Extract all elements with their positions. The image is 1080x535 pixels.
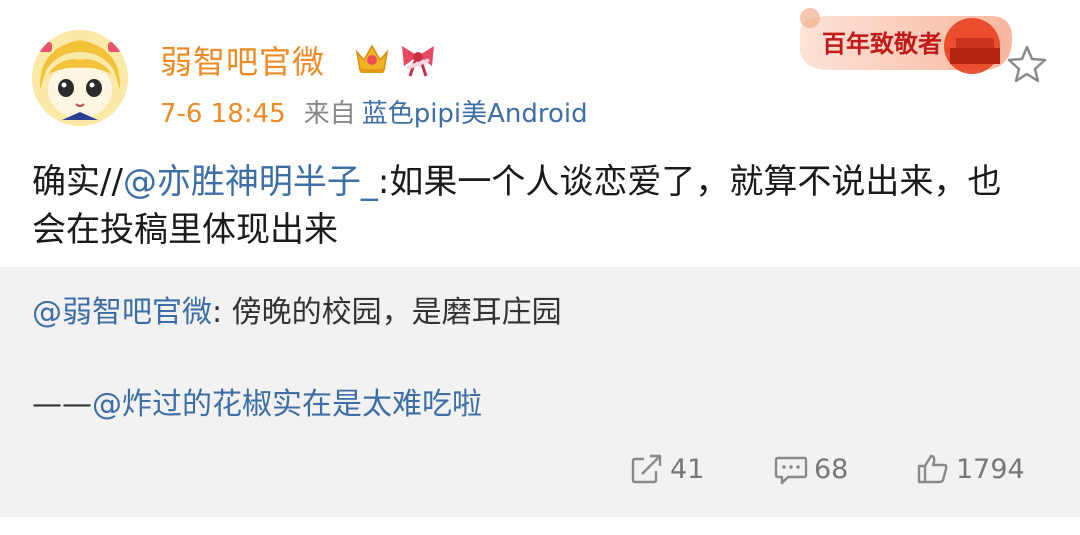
post-header: 弱智吧官微 7-6 18:45 来自 蓝色pipi美Android 百年致敬者 xyxy=(0,0,1080,140)
share-count: 41 xyxy=(670,453,705,485)
comment-button[interactable]: 68 xyxy=(774,449,848,489)
post-mention[interactable]: @亦胜神明半子_ xyxy=(123,162,378,202)
avatar[interactable] xyxy=(32,30,128,126)
repost-line-2: ——@炸过的花椒实在是太难吃啦 xyxy=(32,379,482,423)
like-icon xyxy=(917,454,948,484)
comment-icon xyxy=(774,456,808,485)
post-text-prefix: 确实// xyxy=(32,162,123,202)
username[interactable]: 弱智吧官微 xyxy=(160,37,325,83)
avatar-cartoon xyxy=(32,30,128,126)
action-bar: 41 68 1794 xyxy=(0,449,1080,489)
repost-text-1: : 傍晚的校园，是磨耳庄园 xyxy=(212,295,562,330)
star-icon[interactable] xyxy=(1006,44,1048,84)
bow-icon[interactable] xyxy=(398,40,438,78)
promo-badge[interactable]: 百年致敬者 xyxy=(790,2,1020,82)
bottom-divider xyxy=(0,517,1080,535)
post-source[interactable]: 蓝色pipi美Android xyxy=(362,99,588,129)
repost-mention-2[interactable]: @炸过的花椒实在是太难吃啦 xyxy=(92,387,482,422)
like-count: 1794 xyxy=(956,453,1025,485)
repost-mention-1[interactable]: @弱智吧官微 xyxy=(32,295,212,330)
like-button[interactable]: 1794 xyxy=(916,449,1025,489)
post-meta: 7-6 18:45 来自 蓝色pipi美Android xyxy=(160,93,588,130)
from-label: 来自 xyxy=(303,99,356,129)
comment-count: 68 xyxy=(814,453,849,485)
crown-icon[interactable] xyxy=(354,42,390,76)
share-button[interactable]: 41 xyxy=(630,449,704,489)
promo-label: 百年致敬者 xyxy=(822,29,942,58)
post-text: 确实//@亦胜神明半子_:如果一个人谈恋爱了，就算不说出来，也会在投稿里体现出来 xyxy=(32,158,1032,254)
repost-dash: —— xyxy=(32,387,92,422)
repost-line-1: @弱智吧官微: 傍晚的校园，是磨耳庄园 xyxy=(32,287,562,331)
repost-card[interactable]: @弱智吧官微: 傍晚的校园，是磨耳庄园 ——@炸过的花椒实在是太难吃啦 41 6… xyxy=(0,267,1080,517)
share-icon xyxy=(631,454,662,484)
post-time: 7-6 18:45 xyxy=(160,99,286,129)
